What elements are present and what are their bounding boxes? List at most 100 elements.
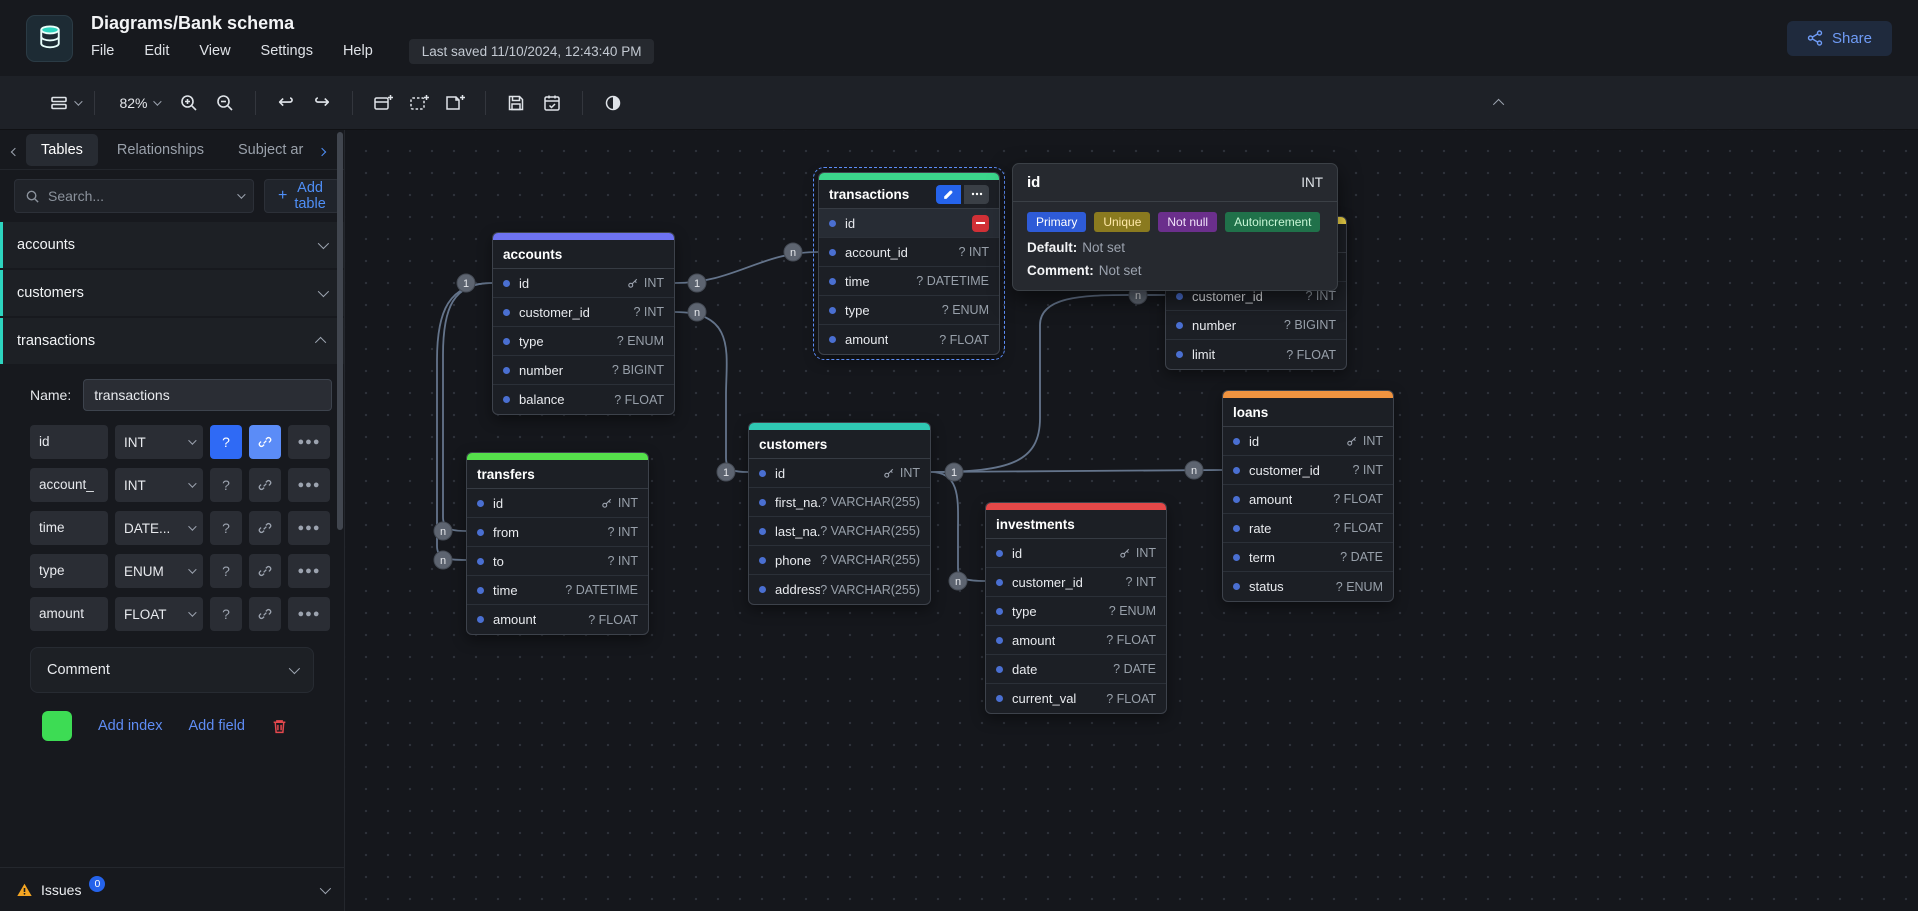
diagram-table-transfers[interactable]: transfers id INT from ? INT to ? INT tim… [466, 452, 649, 635]
tab-scroll-right[interactable] [315, 142, 329, 158]
menu-settings[interactable]: Settings [261, 43, 313, 59]
field-type-select[interactable]: ENUM [115, 554, 203, 588]
zoom-in-button[interactable] [171, 87, 207, 119]
table-field-row[interactable]: amount ? FLOAT [819, 325, 999, 354]
table-header[interactable]: transactions [819, 180, 999, 209]
table-header[interactable]: investments [986, 510, 1166, 539]
add-area-button[interactable] [401, 87, 437, 119]
table-field-row[interactable]: first_na... ? VARCHAR(255) [749, 488, 930, 517]
table-header[interactable]: accounts [493, 240, 674, 269]
nullable-toggle[interactable]: ? [210, 597, 242, 631]
add-table-button[interactable]: + Add table [264, 179, 340, 213]
search-box[interactable] [14, 179, 254, 213]
field-type-select[interactable]: FLOAT [115, 597, 203, 631]
table-field-row[interactable]: status ? ENUM [1223, 572, 1393, 601]
delete-table-button[interactable] [271, 718, 288, 735]
table-field-row[interactable]: customer_id ? INT [493, 298, 674, 327]
collapse-toolbar-button[interactable] [1482, 87, 1518, 119]
table-field-row[interactable]: amount ? FLOAT [986, 626, 1166, 655]
table-header[interactable]: customers [749, 430, 930, 459]
primary-key-toggle[interactable] [249, 468, 281, 502]
table-field-row[interactable]: amount ? FLOAT [1223, 485, 1393, 514]
table-field-row[interactable]: account_id ? INT [819, 238, 999, 267]
table-field-row[interactable]: number ? BIGINT [493, 356, 674, 385]
todo-button[interactable] [534, 87, 570, 119]
diagram-table-customers[interactable]: customers id INT first_na... ? VARCHAR(2… [748, 422, 931, 605]
field-more-button[interactable]: ●●● [288, 425, 330, 459]
table-field-row[interactable]: to ? INT [467, 547, 648, 576]
table-field-row[interactable]: id INT [986, 539, 1166, 568]
theme-toggle-button[interactable] [595, 87, 631, 119]
field-more-button[interactable]: ●●● [288, 511, 330, 545]
table-header[interactable]: loans [1223, 398, 1393, 427]
table-field-row[interactable]: id [819, 209, 999, 238]
tab-subject-areas[interactable]: Subject ar [223, 134, 311, 166]
diagram-menu-button[interactable] [46, 87, 82, 119]
field-name-input[interactable]: id [30, 425, 108, 459]
tab-scroll-left[interactable] [8, 142, 22, 158]
field-name-input[interactable]: amount [30, 597, 108, 631]
primary-key-toggle[interactable] [249, 425, 281, 459]
table-field-row[interactable]: id INT [467, 489, 648, 518]
table-field-row[interactable]: date ? DATE [986, 655, 1166, 684]
table-field-row[interactable]: type ? ENUM [819, 296, 999, 325]
table-field-row[interactable]: last_na... ? VARCHAR(255) [749, 517, 930, 546]
save-button[interactable] [498, 87, 534, 119]
table-field-row[interactable]: id INT [493, 269, 674, 298]
relationship-line[interactable] [931, 472, 985, 581]
field-name-input[interactable]: time [30, 511, 108, 545]
comment-section[interactable]: Comment [30, 647, 314, 693]
table-field-row[interactable]: phone ? VARCHAR(255) [749, 546, 930, 575]
table-field-row[interactable]: type ? ENUM [986, 597, 1166, 626]
tab-relationships[interactable]: Relationships [102, 134, 219, 166]
table-color-swatch[interactable] [42, 711, 72, 741]
menu-help[interactable]: Help [343, 43, 373, 59]
diagram-table-loans[interactable]: loans id INT customer_id ? INT amount ? … [1222, 390, 1394, 602]
table-header[interactable]: transfers [467, 460, 648, 489]
undo-button[interactable]: ↩ [268, 87, 304, 119]
table-field-row[interactable]: customer_id ? INT [1223, 456, 1393, 485]
menu-view[interactable]: View [199, 43, 230, 59]
primary-key-toggle[interactable] [249, 554, 281, 588]
menu-file[interactable]: File [91, 43, 114, 59]
table-field-row[interactable]: current_val ? FLOAT [986, 684, 1166, 713]
share-button[interactable]: Share [1787, 21, 1892, 56]
add-index-button[interactable]: Add index [98, 718, 163, 734]
relationship-line[interactable] [675, 312, 748, 472]
zoom-level-dropdown[interactable]: 82% [107, 87, 171, 119]
field-type-select[interactable]: INT [115, 468, 203, 502]
table-field-row[interactable]: amount ? FLOAT [467, 605, 648, 634]
add-field-button[interactable]: Add field [189, 718, 245, 734]
redo-button[interactable]: ↪ [304, 87, 340, 119]
table-field-row[interactable]: balance ? FLOAT [493, 385, 674, 414]
table-list-item-customers[interactable]: customers [0, 270, 344, 316]
menu-edit[interactable]: Edit [144, 43, 169, 59]
nullable-toggle[interactable]: ? [210, 468, 242, 502]
diagram-table-investments[interactable]: investments id INT customer_id ? INT typ… [985, 502, 1167, 714]
table-list-item-transactions[interactable]: transactions [0, 318, 344, 364]
diagram-table-transactions[interactable]: transactions id account_id ? INT time ? … [818, 172, 1000, 355]
table-field-row[interactable]: number ? BIGINT [1166, 311, 1346, 340]
table-field-row[interactable]: from ? INT [467, 518, 648, 547]
table-field-row[interactable]: limit ? FLOAT [1166, 340, 1346, 369]
tab-tables[interactable]: Tables [26, 134, 98, 166]
add-note-button[interactable] [437, 87, 473, 119]
nullable-toggle[interactable]: ? [210, 554, 242, 588]
field-name-input[interactable]: account_ [30, 468, 108, 502]
field-more-button[interactable]: ●●● [288, 554, 330, 588]
add-table-tool-button[interactable] [365, 87, 401, 119]
table-more-button[interactable] [964, 185, 989, 204]
edit-table-button[interactable] [936, 185, 961, 204]
nullable-toggle[interactable]: ? [210, 511, 242, 545]
table-field-row[interactable]: address ? VARCHAR(255) [749, 575, 930, 604]
table-list-item-accounts[interactable]: accounts [0, 222, 344, 268]
table-field-row[interactable]: time ? DATETIME [467, 576, 648, 605]
table-field-row[interactable]: customer_id ? INT [986, 568, 1166, 597]
primary-key-toggle[interactable] [249, 511, 281, 545]
table-name-input[interactable] [83, 379, 332, 411]
canvas[interactable]: 1n1nnn11nnn id INT customer_id ? INT num… [345, 130, 1918, 911]
field-type-select[interactable]: INT [115, 425, 203, 459]
delete-field-button[interactable] [972, 215, 989, 232]
sidebar-scrollbar[interactable] [337, 132, 343, 530]
field-name-input[interactable]: type [30, 554, 108, 588]
